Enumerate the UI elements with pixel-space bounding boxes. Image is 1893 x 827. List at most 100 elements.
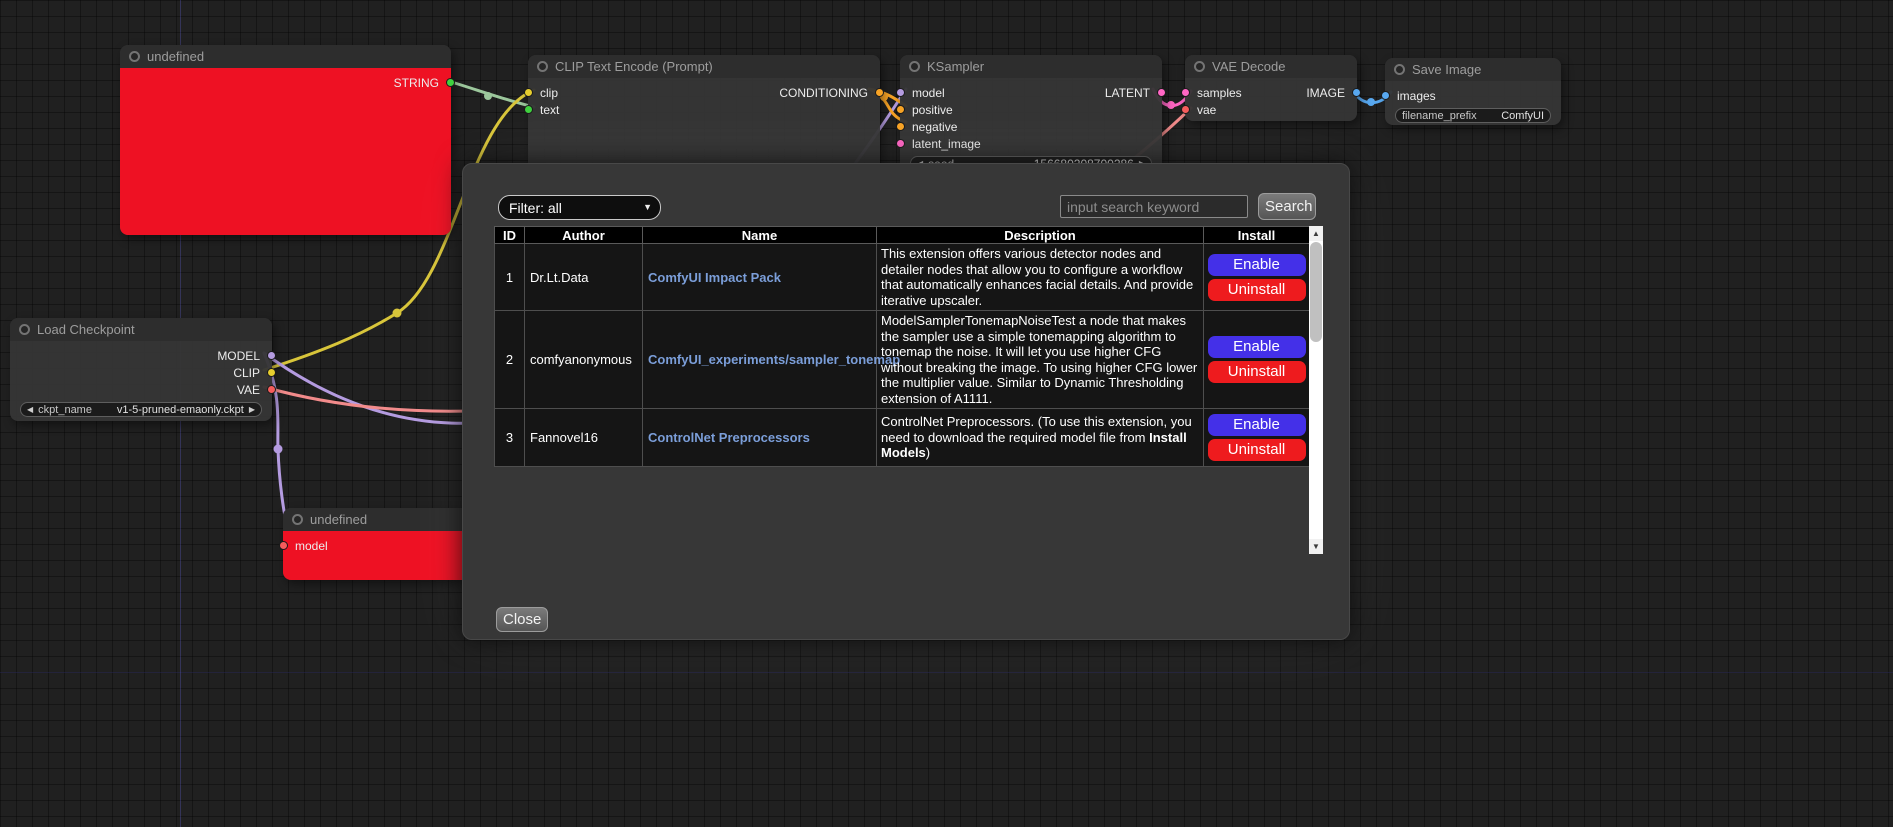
node-load-checkpoint[interactable]: Load Checkpoint MODEL CLIP VAE	[10, 318, 272, 421]
scroll-down-icon[interactable]: ▼	[1309, 539, 1323, 554]
clip-slot-dot[interactable]	[524, 88, 533, 97]
enable-button[interactable]: Enable	[1208, 254, 1306, 276]
node-title: Save Image	[1412, 62, 1481, 77]
cell-author: Fannovel16	[525, 409, 643, 467]
output-slot-conditioning[interactable]: CONDITIONING	[779, 86, 868, 100]
positive-slot-dot[interactable]	[896, 105, 905, 114]
model-slot-dot[interactable]	[279, 541, 288, 550]
scroll-up-icon[interactable]: ▲	[1309, 226, 1323, 241]
node-title: Load Checkpoint	[37, 322, 135, 337]
extension-link[interactable]: ControlNet Preprocessors	[648, 430, 810, 445]
clip-out-slot-dot[interactable]	[267, 368, 276, 377]
slot-label: LATENT	[1105, 86, 1150, 100]
slot-label: positive	[912, 103, 953, 117]
text-slot-dot[interactable]	[524, 105, 533, 114]
input-slot-negative[interactable]: negative	[912, 120, 957, 134]
extension-link[interactable]: ComfyUI Impact Pack	[648, 270, 781, 285]
node-save-image[interactable]: Save Image images filename_prefix ComfyU…	[1385, 58, 1561, 125]
cell-description: ControlNet Preprocessors. (To use this e…	[877, 409, 1204, 467]
input-slot-text[interactable]: text	[540, 103, 559, 117]
input-slot-positive[interactable]: positive	[912, 103, 953, 117]
collapse-dot-icon[interactable]	[19, 324, 30, 335]
string-slot-dot[interactable]	[446, 78, 455, 87]
slot-label: negative	[912, 120, 957, 134]
uninstall-button[interactable]: Uninstall	[1208, 439, 1306, 461]
search-input[interactable]	[1060, 195, 1248, 218]
enable-button[interactable]: Enable	[1208, 414, 1306, 436]
close-button[interactable]: Close	[496, 607, 548, 632]
node-title: CLIP Text Encode (Prompt)	[555, 59, 713, 74]
widget-value: ComfyUI	[1501, 110, 1544, 122]
extension-link[interactable]: ComfyUI_experiments/sampler_tonemap	[648, 352, 900, 367]
slot-label: text	[540, 103, 559, 117]
previous-arrow-icon[interactable]: ◀	[27, 406, 33, 414]
table-scrollbar[interactable]: ▲ ▼	[1309, 226, 1323, 554]
node-title-bar[interactable]: KSampler	[900, 55, 1162, 78]
node-title-bar[interactable]: Save Image	[1385, 58, 1561, 81]
output-slot-model[interactable]: MODEL	[217, 349, 260, 363]
input-slot-model[interactable]: model	[295, 539, 328, 553]
output-slot-image[interactable]: IMAGE	[1306, 86, 1345, 100]
collapse-dot-icon[interactable]	[1394, 64, 1405, 75]
input-slot-latent-image[interactable]: latent_image	[912, 137, 981, 151]
collapse-dot-icon[interactable]	[909, 61, 920, 72]
scrollbar-thumb[interactable]	[1310, 242, 1322, 342]
node-title-bar[interactable]: CLIP Text Encode (Prompt)	[528, 55, 880, 78]
table-header-row: ID Author Name Description Install	[495, 227, 1310, 244]
node-title-bar[interactable]: undefined	[120, 45, 451, 68]
cell-id: 1	[495, 244, 525, 311]
node-title-bar[interactable]: Load Checkpoint	[10, 318, 272, 341]
header-id: ID	[495, 227, 525, 244]
latent-slot-dot[interactable]	[1157, 88, 1166, 97]
node-undefined-top[interactable]: undefined STRING	[120, 45, 451, 235]
enable-button[interactable]: Enable	[1208, 336, 1306, 358]
negative-slot-dot[interactable]	[896, 122, 905, 131]
input-slot-samples[interactable]: samples	[1197, 86, 1242, 100]
model-out-slot-dot[interactable]	[267, 351, 276, 360]
node-vae-decode[interactable]: VAE Decode samples IMAGE vae	[1185, 55, 1357, 121]
vae-out-slot-dot[interactable]	[267, 385, 276, 394]
slot-label: model	[912, 86, 945, 100]
extensions-table-area: ID Author Name Description Install 1 Dr.…	[494, 226, 1323, 554]
samples-slot-dot[interactable]	[1181, 88, 1190, 97]
node-undefined-bottom[interactable]: undefined model	[283, 508, 470, 580]
wire-dot-string	[484, 92, 492, 100]
collapse-dot-icon[interactable]	[537, 61, 548, 72]
collapse-dot-icon[interactable]	[292, 514, 303, 525]
node-title: VAE Decode	[1212, 59, 1285, 74]
conditioning-slot-dot[interactable]	[875, 88, 884, 97]
next-arrow-icon[interactable]: ▶	[249, 406, 255, 414]
input-slot-images[interactable]: images	[1397, 89, 1436, 103]
search-button[interactable]: Search	[1258, 193, 1316, 220]
cell-install: Enable Uninstall	[1204, 244, 1310, 311]
images-slot-dot[interactable]	[1381, 91, 1390, 100]
output-slot-clip[interactable]: CLIP	[233, 366, 260, 380]
output-slot-vae[interactable]: VAE	[237, 383, 260, 397]
latent-image-slot-dot[interactable]	[896, 139, 905, 148]
input-slot-clip[interactable]: clip	[540, 86, 558, 100]
output-slot-latent[interactable]: LATENT	[1105, 86, 1150, 100]
collapse-dot-icon[interactable]	[129, 51, 140, 62]
grid-axis-horizontal	[0, 672, 1893, 673]
cell-author: comfyanonymous	[525, 311, 643, 409]
image-slot-dot[interactable]	[1352, 88, 1361, 97]
input-slot-model[interactable]: model	[912, 86, 945, 100]
node-title-bar[interactable]: VAE Decode	[1185, 55, 1357, 78]
uninstall-button[interactable]: Uninstall	[1208, 279, 1306, 301]
vae-slot-dot[interactable]	[1181, 105, 1190, 114]
extension-row: 3 Fannovel16 ControlNet Preprocessors Co…	[495, 409, 1310, 467]
model-slot-dot[interactable]	[896, 88, 905, 97]
output-slot-string[interactable]: STRING	[394, 76, 439, 90]
filter-select[interactable]: Filter: all	[498, 195, 661, 220]
collapse-dot-icon[interactable]	[1194, 61, 1205, 72]
slot-label: VAE	[237, 383, 260, 397]
node-title-bar[interactable]: undefined	[283, 508, 470, 531]
wire-dot-clip	[393, 309, 402, 318]
node-body: images filename_prefix ComfyUI	[1385, 81, 1561, 123]
filename-prefix-widget[interactable]: filename_prefix ComfyUI	[1395, 108, 1551, 123]
header-description: Description	[877, 227, 1204, 244]
ckpt-name-widget[interactable]: ◀ ckpt_name v1-5-pruned-emaonly.ckpt ▶	[20, 402, 262, 417]
uninstall-button[interactable]: Uninstall	[1208, 361, 1306, 383]
input-slot-vae[interactable]: vae	[1197, 103, 1216, 117]
cell-description: ModelSamplerTonemapNoiseTest a node that…	[877, 311, 1204, 409]
